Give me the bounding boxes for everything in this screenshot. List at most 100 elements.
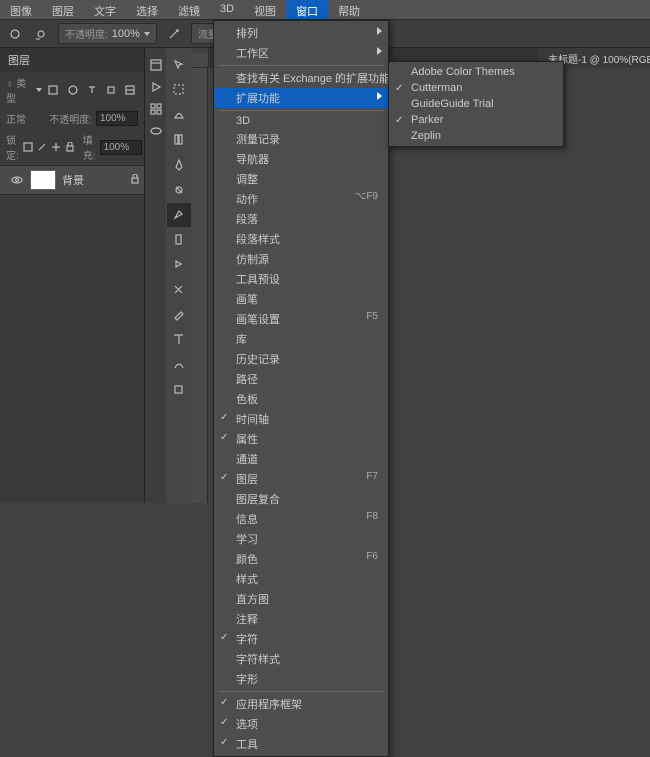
swatches-icon[interactable]: [147, 122, 165, 140]
opacity-label: 不透明度:: [65, 26, 108, 41]
menu-item-时间轴[interactable]: ✓时间轴: [214, 409, 388, 429]
window-menu: 排列工作区查找有关 Exchange 的扩展功能...扩展功能 3D测量记录导航器…: [213, 20, 389, 757]
menu-滤镜[interactable]: 滤镜: [168, 0, 210, 19]
menu-item-通道[interactable]: 通道: [214, 449, 388, 469]
collapsed-panels: [145, 48, 166, 503]
menu-item-注释[interactable]: 注释: [214, 609, 388, 629]
menu-视图[interactable]: 视图: [244, 0, 286, 19]
lock-icon: [130, 174, 140, 187]
lock-all-icon[interactable]: [65, 138, 75, 156]
blend-mode[interactable]: 正常: [6, 111, 26, 126]
menu-item-Cutterman[interactable]: ✓Cutterman: [389, 80, 563, 96]
menu-图层[interactable]: 图层: [42, 0, 84, 19]
menu-item-画笔设置[interactable]: 画笔设置F5: [214, 309, 388, 329]
filter-shape-icon[interactable]: [103, 81, 118, 99]
lock-pos-icon[interactable]: [51, 138, 61, 156]
fill-input[interactable]: [100, 140, 142, 155]
menu-item-库[interactable]: 库: [214, 329, 388, 349]
menu-item-历史记录[interactable]: 历史记录: [214, 349, 388, 369]
layers-title: 图层: [0, 48, 144, 72]
tool-4[interactable]: [167, 153, 191, 177]
tool-12[interactable]: [167, 353, 191, 377]
menu-item-段落[interactable]: 段落: [214, 209, 388, 229]
menu-item-选项[interactable]: ✓选项: [214, 714, 388, 734]
blend-mode-select[interactable]: 不透明度:100%: [58, 23, 157, 44]
menu-item-GuideGuide Trial[interactable]: GuideGuide Trial: [389, 96, 563, 112]
menu-图像[interactable]: 图像: [0, 0, 42, 19]
menu-item-扩展功能[interactable]: 扩展功能: [214, 88, 388, 108]
tool-0[interactable]: [167, 53, 191, 77]
tool-10[interactable]: [167, 303, 191, 327]
filter-adjust-icon[interactable]: [65, 81, 80, 99]
filter-pixel-icon[interactable]: [46, 81, 61, 99]
brush-preset-icon[interactable]: [32, 25, 50, 43]
pressure-opacity-icon[interactable]: [165, 25, 183, 43]
menu-item-颜色[interactable]: 颜色F6: [214, 549, 388, 569]
menu-item-样式[interactable]: 样式: [214, 569, 388, 589]
layer-name: 背景: [62, 172, 84, 188]
tool-2[interactable]: [167, 103, 191, 127]
tool-6[interactable]: [167, 203, 191, 227]
menu-item-测量记录[interactable]: 测量记录: [214, 129, 388, 149]
menu-item-段落样式[interactable]: 段落样式: [214, 229, 388, 249]
menu-item-查找有关 Exchange 的扩展功能...[interactable]: 查找有关 Exchange 的扩展功能...: [214, 68, 388, 88]
layers-panel: 图层 ♀ 类型 正常 不透明度: 锁定: 填充: 背景: [0, 48, 145, 503]
menu-选择[interactable]: 选择: [126, 0, 168, 19]
menu-item-字符[interactable]: ✓字符: [214, 629, 388, 649]
filter-smart-icon[interactable]: [123, 81, 138, 99]
menu-item-属性[interactable]: ✓属性: [214, 429, 388, 449]
menu-item-字符样式[interactable]: 字符样式: [214, 649, 388, 669]
menu-item-动作[interactable]: 动作⌥F9: [214, 189, 388, 209]
menu-item-排列[interactable]: 排列: [214, 23, 388, 43]
filter-type-icon[interactable]: [84, 81, 99, 99]
menu-item-工具[interactable]: ✓工具: [214, 734, 388, 754]
menu-窗口[interactable]: 窗口: [286, 0, 328, 19]
filter-type-label[interactable]: ♀ 类型: [6, 75, 32, 105]
menu-item-色板[interactable]: 色板: [214, 389, 388, 409]
layer-opacity-label: 不透明度:: [49, 111, 92, 126]
menu-item-直方图[interactable]: 直方图: [214, 589, 388, 609]
tool-9[interactable]: [167, 278, 191, 302]
menu-item-画笔[interactable]: 画笔: [214, 289, 388, 309]
menu-item-工具预设[interactable]: 工具预设: [214, 269, 388, 289]
lock-paint-icon[interactable]: [37, 138, 47, 156]
history-icon[interactable]: [147, 56, 165, 74]
menu-item-Parker[interactable]: ✓Parker: [389, 112, 563, 128]
menu-item-图层[interactable]: ✓图层F7: [214, 469, 388, 489]
layer-opacity-input[interactable]: [96, 111, 138, 126]
layer-thumbnail[interactable]: [30, 170, 56, 190]
tool-preset-icon[interactable]: [6, 25, 24, 43]
tool-1[interactable]: [167, 78, 191, 102]
menu-item-仿制源[interactable]: 仿制源: [214, 249, 388, 269]
menu-item-导航器[interactable]: 导航器: [214, 149, 388, 169]
tool-11[interactable]: [167, 328, 191, 352]
menu-item-学习[interactable]: 学习: [214, 529, 388, 549]
menu-帮助[interactable]: 帮助: [328, 0, 370, 19]
layer-row-background[interactable]: 背景: [0, 165, 144, 195]
tool-8[interactable]: [167, 253, 191, 277]
lock-trans-icon[interactable]: [23, 138, 33, 156]
menu-item-应用程序框架[interactable]: ✓应用程序框架: [214, 694, 388, 714]
menu-item-路径[interactable]: 路径: [214, 369, 388, 389]
tool-13[interactable]: [167, 378, 191, 402]
menu-item-字形[interactable]: 字形: [214, 669, 388, 689]
menu-item-调整[interactable]: 调整: [214, 169, 388, 189]
menu-文字[interactable]: 文字: [84, 0, 126, 19]
ruler-vertical: [192, 68, 208, 503]
menu-3D[interactable]: 3D: [210, 0, 244, 19]
menu-item-信息[interactable]: 信息F8: [214, 509, 388, 529]
fill-label: 填充:: [83, 132, 96, 162]
lock-label: 锁定:: [6, 132, 19, 162]
tool-7[interactable]: [167, 228, 191, 252]
menu-item-3D[interactable]: 3D: [214, 113, 388, 129]
menu-item-Zeplin[interactable]: Zeplin: [389, 128, 563, 144]
tools-panel: [166, 48, 192, 503]
menu-item-图层复合[interactable]: 图层复合: [214, 489, 388, 509]
tool-5[interactable]: [167, 178, 191, 202]
tool-3[interactable]: [167, 128, 191, 152]
menu-item-工作区[interactable]: 工作区: [214, 43, 388, 63]
actions-icon[interactable]: [147, 78, 165, 96]
visibility-icon[interactable]: [10, 173, 24, 187]
brushes-icon[interactable]: [147, 100, 165, 118]
menu-item-Adobe Color Themes[interactable]: Adobe Color Themes: [389, 64, 563, 80]
